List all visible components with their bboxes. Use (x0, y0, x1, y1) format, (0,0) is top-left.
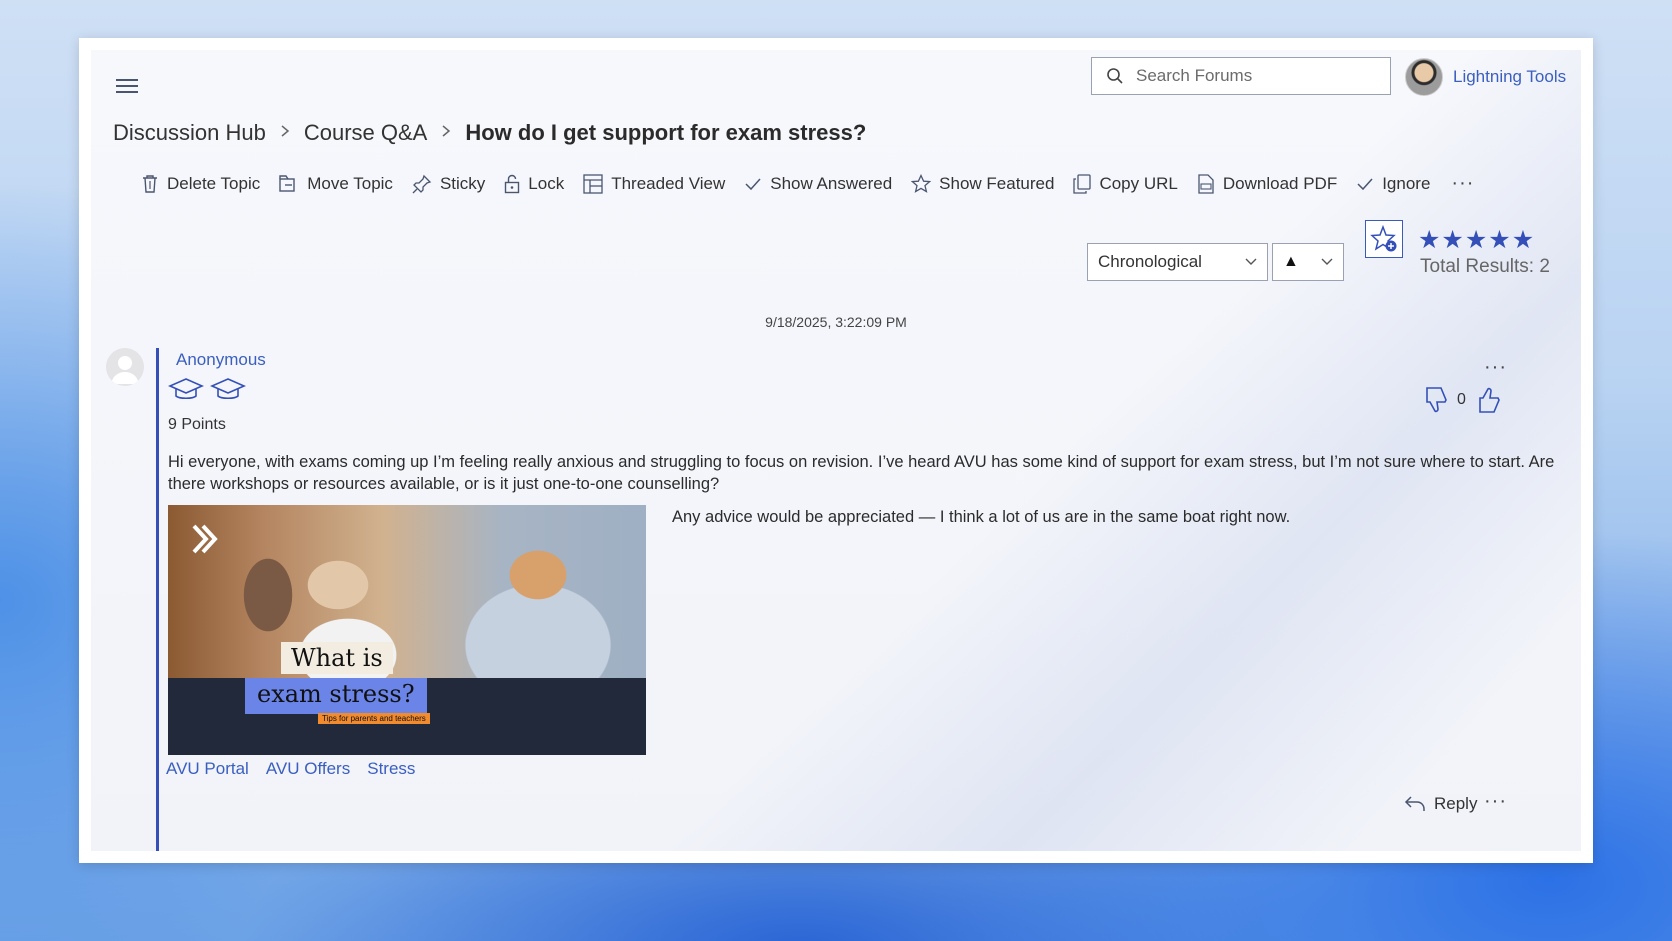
star-filled-icon[interactable]: ★ (1441, 228, 1463, 253)
copy-icon (1073, 173, 1092, 194)
show-answered-label: Show Answered (770, 173, 893, 193)
post-accent-bar (156, 348, 159, 851)
search-input[interactable] (1134, 65, 1368, 87)
delete-topic-label: Delete Topic (167, 173, 261, 193)
move-topic-button[interactable]: Move Topic (279, 174, 393, 194)
chevron-logo-icon (192, 524, 218, 554)
thumbs-up-icon[interactable] (1474, 385, 1502, 415)
vote-controls: 0 (1421, 385, 1502, 415)
sort-direction-select[interactable]: ▲ (1272, 243, 1344, 281)
download-pdf-button[interactable]: Download PDF (1197, 174, 1337, 194)
post-timestamp: 9/18/2025, 3:22:09 PM (765, 314, 907, 330)
search-box[interactable] (1091, 57, 1391, 95)
post-tags: AVU Portal AVU Offers Stress (166, 759, 415, 779)
total-results: Total Results: 2 (1420, 256, 1550, 277)
tag-avu-portal[interactable]: AVU Portal (166, 759, 249, 779)
image-subtitle: Tips for parents and teachers (318, 713, 430, 724)
user-name[interactable]: Lightning Tools (1453, 67, 1566, 87)
check-icon (1357, 177, 1373, 190)
app-window: Lightning Tools Discussion Hub Course Q&… (79, 38, 1593, 863)
show-featured-label: Show Featured (939, 173, 1055, 193)
lock-button[interactable]: Lock (504, 174, 564, 194)
hamburger-menu-icon[interactable] (116, 76, 138, 94)
move-topic-label: Move Topic (307, 173, 393, 193)
threaded-view-label: Threaded View (611, 173, 726, 193)
post-body-paragraph: Any advice would be appreciated — I thin… (672, 508, 1291, 526)
tag-avu-offers[interactable]: AVU Offers (266, 759, 350, 779)
star-filled-icon[interactable]: ★ (1465, 228, 1487, 253)
pin-icon (412, 174, 432, 193)
check-icon (745, 177, 761, 190)
graduation-cap-icon (168, 378, 204, 400)
download-pdf-label: Download PDF (1222, 173, 1338, 193)
image-title-line1: What is (281, 642, 393, 674)
star-add-icon (1370, 225, 1397, 252)
sort-order-value: Chronological (1098, 252, 1202, 271)
sort-order-select[interactable]: Chronological (1087, 243, 1268, 281)
search-icon (1107, 68, 1123, 84)
ignore-button[interactable]: Ignore (1356, 174, 1430, 194)
post-more-button[interactable]: ··· (1484, 356, 1507, 379)
pdf-icon (1198, 173, 1214, 194)
reply-button[interactable]: Reply (1404, 794, 1477, 814)
rating-stars[interactable]: ★ ★ ★ ★ ★ (1418, 228, 1534, 253)
delete-topic-button[interactable]: Delete Topic (141, 174, 260, 194)
forum-panel: Lightning Tools Discussion Hub Course Q&… (91, 50, 1581, 851)
post-body-paragraph: Hi everyone, with exams coming up I’m fe… (168, 453, 1555, 493)
lock-label: Lock (528, 173, 565, 193)
chevron-right-icon (280, 124, 290, 143)
user-avatar[interactable] (1405, 58, 1443, 96)
tag-stress[interactable]: Stress (367, 759, 415, 779)
copy-url-button[interactable]: Copy URL (1073, 173, 1178, 194)
show-featured-button[interactable]: Show Featured (911, 173, 1055, 194)
post-author[interactable]: Anonymous (176, 350, 266, 370)
add-favorite-button[interactable] (1365, 220, 1403, 258)
move-icon (279, 174, 295, 192)
breadcrumb-item-course-qa[interactable]: Course Q&A (304, 120, 428, 146)
star-filled-icon[interactable]: ★ (1488, 228, 1510, 253)
page-title: How do I get support for exam stress? (465, 120, 867, 145)
toolbar-more-button[interactable]: ··· (1451, 172, 1474, 195)
user-badges (168, 376, 246, 404)
thumbs-down-icon[interactable] (1421, 385, 1449, 415)
star-filled-icon[interactable]: ★ (1418, 228, 1440, 253)
chevron-down-icon (1321, 258, 1333, 265)
graduation-cap-icon (210, 378, 246, 400)
default-avatar-icon (111, 356, 139, 384)
post-image[interactable]: What is exam stress? Tips for parents an… (168, 505, 646, 755)
ignore-label: Ignore (1382, 173, 1431, 193)
sort-direction-value: ▲ (1283, 253, 1299, 270)
trash-icon (143, 174, 157, 193)
threaded-view-button[interactable]: Threaded View (583, 174, 725, 194)
star-filled-icon[interactable]: ★ (1512, 228, 1534, 253)
topic-toolbar: Delete Topic Move Topic Sticky Lock Thre… (141, 172, 1474, 195)
user-menu[interactable]: Lightning Tools (1405, 58, 1566, 96)
show-answered-button[interactable]: Show Answered (744, 174, 892, 194)
copy-url-label: Copy URL (1099, 173, 1178, 193)
image-title-line2: exam stress? (245, 678, 427, 714)
user-points: 9 Points (168, 416, 226, 433)
chevron-down-icon (1245, 258, 1257, 265)
breadcrumb-item-discussion-hub[interactable]: Discussion Hub (113, 120, 266, 146)
reply-label: Reply (1434, 794, 1478, 813)
sticky-button[interactable]: Sticky (412, 174, 485, 194)
vote-count: 0 (1457, 391, 1466, 408)
image-photo-scene (168, 505, 646, 678)
reply-icon (1404, 796, 1425, 811)
author-avatar[interactable] (106, 348, 144, 386)
lock-icon (505, 174, 520, 193)
threaded-view-icon (583, 173, 603, 194)
chevron-right-icon (441, 124, 451, 143)
star-outline-icon (911, 173, 932, 193)
reply-more-button[interactable]: ··· (1484, 790, 1507, 813)
sticky-label: Sticky (439, 173, 486, 193)
breadcrumb: Discussion Hub Course Q&A How do I get s… (113, 120, 866, 146)
